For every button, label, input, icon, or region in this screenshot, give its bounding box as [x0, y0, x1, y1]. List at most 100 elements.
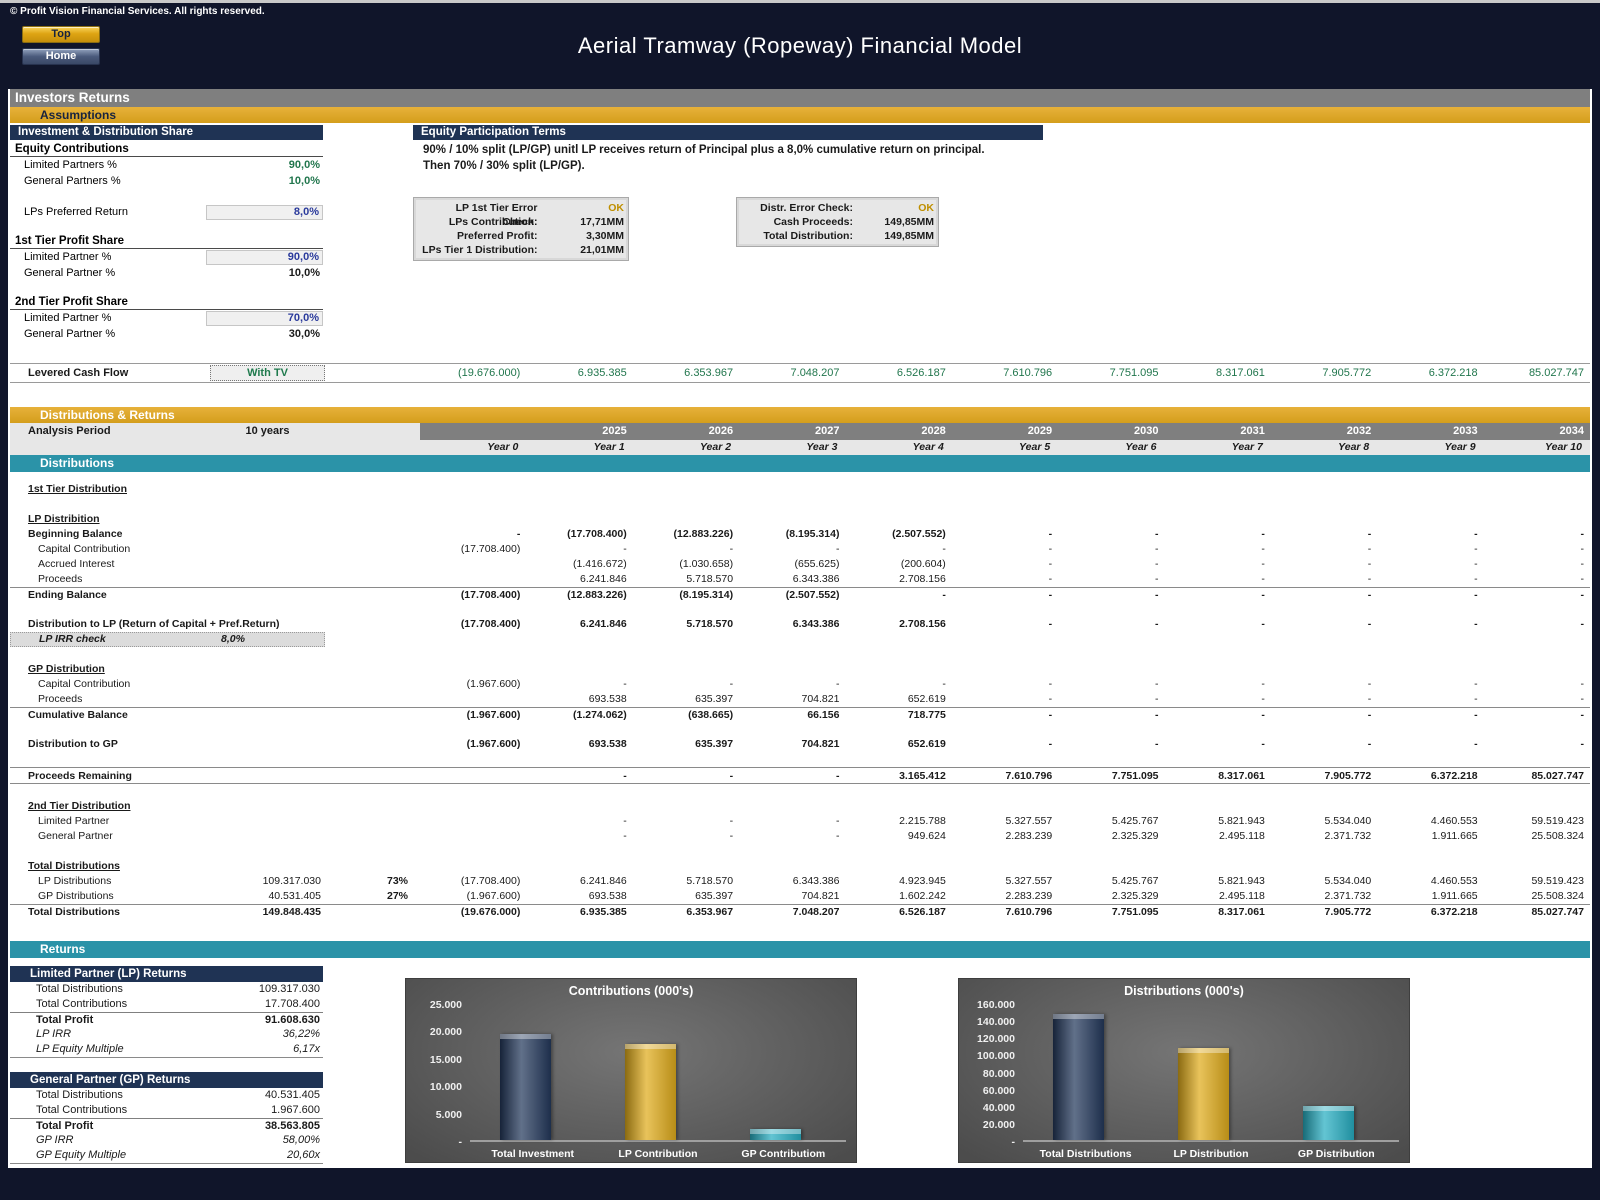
assumption-value[interactable]: 90,0%	[206, 250, 323, 265]
section-label: LP Distribition	[10, 512, 633, 527]
levered-cf-cell: 7.751.095	[1058, 364, 1164, 382]
assumption-value[interactable]: 70,0%	[206, 311, 323, 326]
contributions-chart: Contributions (000's)25.00020.00015.0001…	[405, 978, 857, 1163]
value-cell: 7.905.772	[1271, 905, 1377, 920]
value-cell: 5.327.557	[952, 814, 1058, 829]
table-row: LP Distributions109.317.03073%(17.708.40…	[10, 874, 1590, 889]
value-cell: -	[1165, 557, 1271, 572]
value-cell: -	[739, 677, 845, 692]
check-label: LPs Tier 1 Distribution:	[418, 243, 537, 257]
assumption-value[interactable]: 8,0%	[206, 205, 323, 220]
returns-value: 1.967.600	[211, 1103, 323, 1118]
value-cell: 6.241.846	[526, 874, 632, 889]
levered-cf-cell: 7.048.207	[739, 364, 845, 382]
bar-shading	[500, 1034, 551, 1140]
check-label: Preferred Profit:	[418, 229, 537, 243]
lp-irr-check-value: 8,0%	[207, 633, 324, 646]
returns-label: LP Equity Multiple	[10, 1042, 211, 1057]
value-cell: (12.883.226)	[633, 527, 739, 542]
with-tv-selector[interactable]: With TV	[210, 365, 325, 381]
value-cell: -	[1165, 708, 1271, 723]
table-row	[10, 497, 1590, 512]
value-cell: 25.508.324	[1484, 829, 1590, 844]
year-label: Year 2	[633, 440, 739, 455]
value-cell: -	[1484, 557, 1590, 572]
value-cell: (1.416.672)	[526, 557, 632, 572]
value-cell	[420, 768, 526, 784]
year-label: Year 1	[526, 440, 632, 455]
equity-terms-line2: Then 70% / 30% split (LP/GP).	[413, 156, 1043, 172]
value-cell: 2.325.329	[1058, 889, 1164, 904]
value-cell: 6.241.846	[526, 572, 632, 587]
value-cell: -	[1377, 557, 1483, 572]
value-cell: 5.821.943	[1165, 874, 1271, 889]
section-label: 1st Tier Distribution	[10, 482, 633, 497]
row-label: Limited Partner	[10, 814, 210, 829]
value-cell: -	[952, 572, 1058, 587]
row-label: Proceeds	[10, 572, 210, 587]
year-label: Year 10	[1484, 440, 1590, 455]
levered-cf-cell: 6.935.385	[526, 364, 632, 382]
check-label: Distr. Error Check:	[741, 201, 853, 215]
year-header: 2033	[1377, 423, 1483, 440]
value-cell: 3.165.412	[845, 768, 951, 784]
value-cell: -	[1271, 572, 1377, 587]
y-tick-label: 20.000	[430, 1026, 462, 1038]
value-cell: -	[1058, 677, 1164, 692]
x-category-label: Total Investment	[470, 1148, 595, 1160]
value-cell	[420, 814, 526, 829]
assumption-value: 90,0%	[206, 158, 323, 173]
levered-cf-cell: 7.610.796	[952, 364, 1058, 382]
returns-value: 36,22%	[211, 1027, 323, 1042]
y-tick-label: 40.000	[983, 1102, 1015, 1114]
value-cell: -	[1377, 572, 1483, 587]
value-cell: 85.027.747	[1484, 905, 1590, 920]
value-cell: -	[952, 677, 1058, 692]
table-row	[10, 752, 1590, 767]
check-row: LPs Contribution:17,71MM	[418, 215, 624, 229]
value-cell: -	[526, 768, 632, 784]
returns-row: Total Distributions40.531.405	[10, 1088, 323, 1103]
value-cell: (1.274.062)	[526, 708, 632, 723]
returns-value: 58,00%	[211, 1133, 323, 1148]
y-tick-label: 60.000	[983, 1085, 1015, 1097]
check-row: Preferred Profit:3,30MM	[418, 229, 624, 243]
value-cell: 635.397	[633, 737, 739, 752]
check-label: LP 1st Tier Error Check:	[418, 201, 537, 215]
chart-bar	[1053, 1014, 1104, 1140]
value-cell: 2.371.732	[1271, 889, 1377, 904]
value-cell: -	[1058, 527, 1164, 542]
chart-bar	[1178, 1048, 1229, 1140]
value-cell: -	[952, 557, 1058, 572]
returns-value: 40.531.405	[211, 1088, 323, 1103]
year-labels-row: Year 0Year 1Year 2Year 3Year 4Year 5Year…	[10, 440, 1590, 455]
table-row: Accrued Interest(1.416.672)(1.030.658)(6…	[10, 557, 1590, 572]
assumption-label: LPs Preferred Return	[10, 205, 206, 220]
returns-row: Total Contributions1.967.600	[10, 1103, 323, 1118]
value-cell: 4.923.945	[845, 874, 951, 889]
table-row	[10, 844, 1590, 859]
value-cell: 4.460.553	[1377, 874, 1483, 889]
row-label: Distribution to LP (Return of Capital + …	[10, 617, 210, 632]
levered-cf-cell: 8.317.061	[1165, 364, 1271, 382]
assumption-row: LPs Preferred Return8,0%	[10, 205, 323, 220]
table-row: Beginning Balance-(17.708.400)(12.883.22…	[10, 527, 1590, 542]
year-label: Year 5	[952, 440, 1058, 455]
returns-row: GP IRR58,00%	[10, 1133, 323, 1148]
page-title: Aerial Tramway (Ropeway) Financial Model	[0, 33, 1600, 59]
section-assumptions: Assumptions	[10, 107, 1590, 123]
returns-value: 20,60x	[211, 1148, 323, 1163]
assumption-label: General Partner %	[10, 266, 206, 281]
equity-terms-panel: Equity Participation Terms 90% / 10% spl…	[413, 125, 1043, 172]
value-cell: (17.708.400)	[526, 527, 632, 542]
value-cell: -	[1165, 527, 1271, 542]
assumptions-area: Investment & Distribution Share Equity C…	[10, 123, 1590, 355]
value-cell: (200.604)	[845, 557, 951, 572]
y-tick-label: 100.000	[977, 1050, 1015, 1062]
value-cell: 704.821	[739, 737, 845, 752]
value-cell: 6.526.187	[845, 905, 951, 920]
value-cell: -	[952, 542, 1058, 557]
value-cell: -	[1484, 677, 1590, 692]
table-row: GP Distributions40.531.40527%(1.967.600)…	[10, 889, 1590, 904]
distribution-error-check-box: Distr. Error Check:OKCash Proceeds:149,8…	[736, 197, 939, 247]
